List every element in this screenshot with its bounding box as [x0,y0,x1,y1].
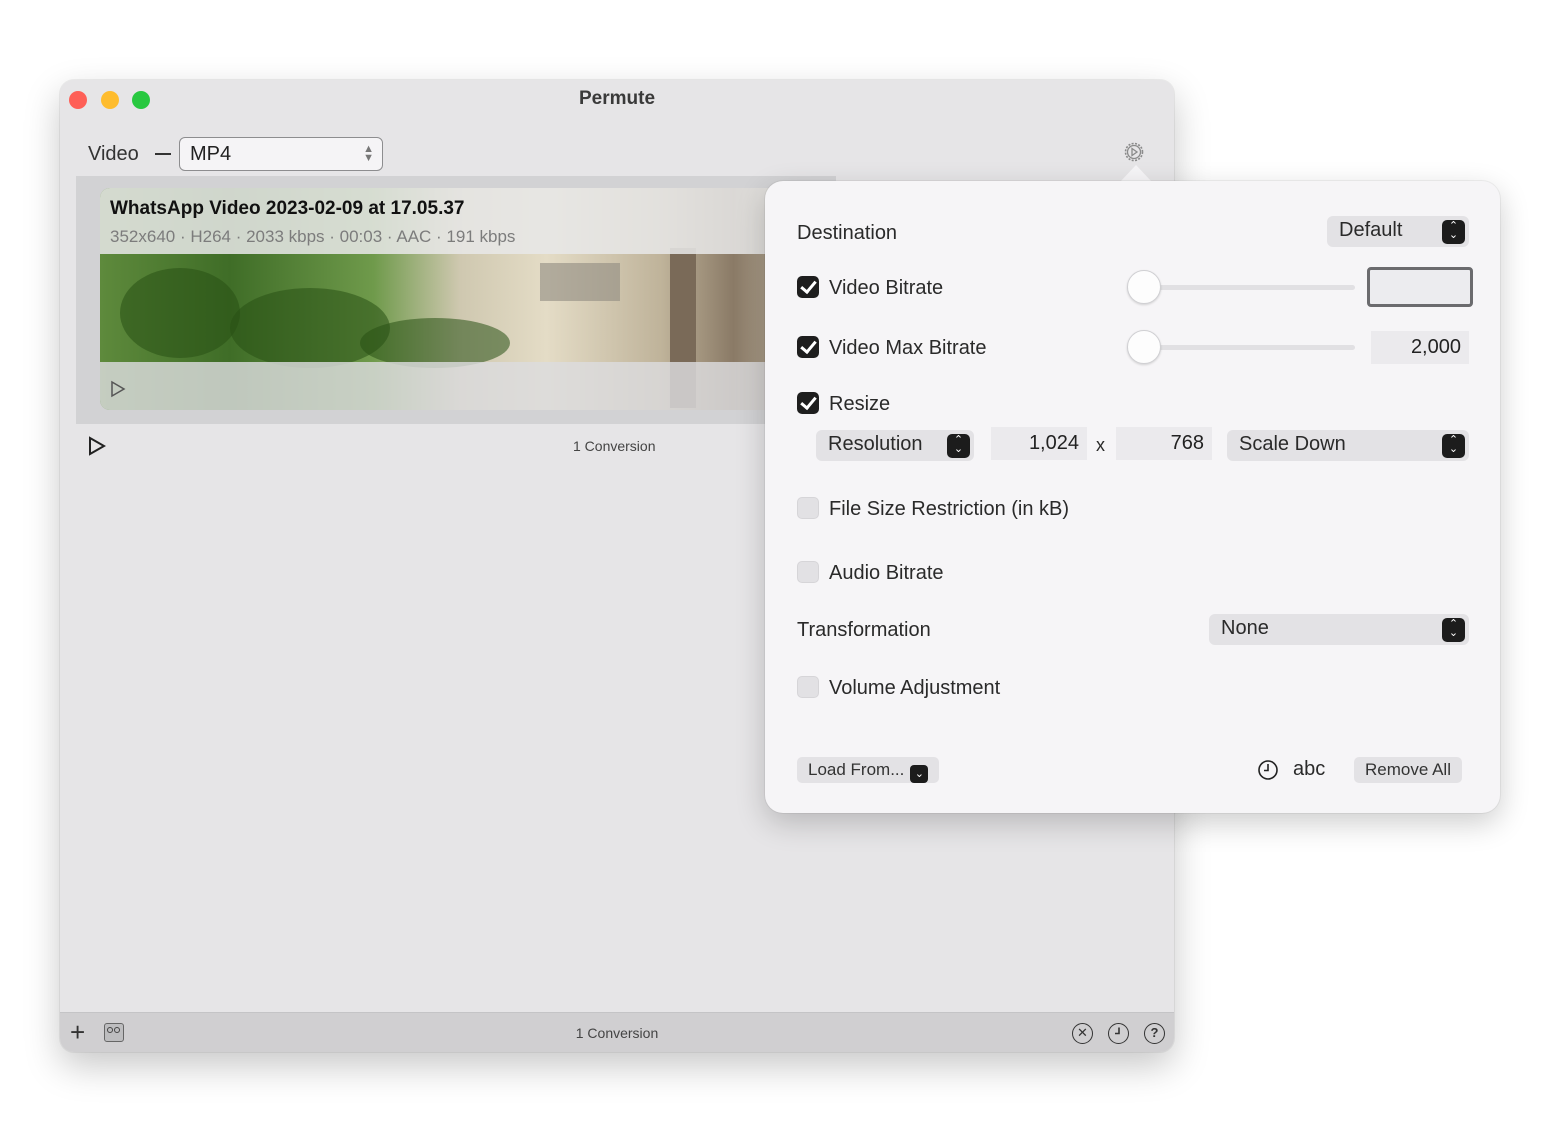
video-bitrate-slider-knob[interactable] [1127,270,1161,304]
audio-bitrate-label: Audio Bitrate [829,562,944,584]
video-info-overlay: WhatsApp Video 2023-02-09 at 17.05.37 35… [100,188,820,254]
destination-value: Default [1339,219,1403,241]
video-max-bitrate-field[interactable]: 2,000 [1371,331,1469,364]
bottom-bar: + 1 Conversion ✕ ? [60,1012,1174,1052]
video-controls-overlay [100,362,820,410]
updown-chevron-icon: ⌃ ⌄ [1442,618,1465,642]
resize-label: Resize [829,393,891,415]
bottom-conversion-count: 1 Conversion [575,1025,659,1041]
transformation-value: None [1221,617,1269,639]
transformation-select[interactable]: None ⌃ ⌄ [1209,614,1469,645]
resize-mode-value: Resolution [828,433,923,455]
help-icon[interactable]: ? [1144,1023,1165,1044]
media-type-label: Video [88,143,139,165]
file-size-label: File Size Restriction (in kB) [829,498,1070,520]
scaling-value: Scale Down [1239,433,1346,455]
thumbnail-foliage [360,318,510,368]
updown-chevron-icon: ⌃ ⌄ [947,434,970,458]
updown-chevron-icon: ⌃ ⌄ [1442,220,1465,244]
toolbar: Video MP4 ▲ ▼ [60,136,1174,172]
video-bitrate-label: Video Bitrate [829,277,944,299]
chevron-down-icon: ⌄ [910,765,929,783]
video-bitrate-checkbox[interactable] [797,276,819,298]
resize-checkbox[interactable] [797,392,819,414]
thumbnail-foliage [230,288,390,368]
updown-chevron-icon: ⌃ ⌄ [1442,434,1465,458]
format-select-value: MP4 [190,143,232,165]
resize-height-field[interactable]: 768 [1116,427,1212,460]
load-from-label: Load From... [808,760,905,779]
format-select[interactable]: MP4 ▲ ▼ [179,137,383,171]
conversion-count: 1 Conversion [573,438,656,454]
cancel-icon[interactable]: ✕ [1072,1023,1093,1044]
video-bitrate-field[interactable] [1367,267,1473,307]
play-icon[interactable] [110,380,126,398]
video-max-bitrate-slider[interactable] [1127,345,1355,350]
window-title: Permute [578,88,656,109]
select-arrows-icon: ▲ ▼ [363,143,374,164]
video-item-card[interactable]: WhatsApp Video 2023-02-09 at 17.05.37 35… [100,188,820,410]
clock-icon[interactable] [1257,759,1279,781]
video-max-bitrate-slider-knob[interactable] [1127,330,1161,364]
destination-select[interactable]: Default ⌃ ⌄ [1327,216,1469,247]
clock-hands [1114,1027,1120,1035]
destination-label: Destination [797,222,898,244]
video-max-bitrate-label: Video Max Bitrate [829,337,987,359]
separator-dash [155,153,171,155]
video-max-bitrate-checkbox[interactable] [797,336,819,358]
file-size-checkbox[interactable] [797,497,819,519]
remove-all-button[interactable]: Remove All [1354,757,1462,783]
volume-checkbox[interactable] [797,676,819,698]
title-bar: Permute [60,80,1174,120]
popover-arrow [1120,165,1152,182]
abc-token[interactable]: abc [1293,758,1325,781]
thumbnail-window [540,263,620,301]
video-name: WhatsApp Video 2023-02-09 at 17.05.37 [110,198,465,219]
audio-bitrate-checkbox[interactable] [797,561,819,583]
resize-mode-select[interactable]: Resolution ⌃ ⌄ [816,430,974,461]
video-meta: 352x640 · H264 · 2033 kbps · 00:03 · AAC… [110,227,516,246]
scaling-select[interactable]: Scale Down ⌃ ⌄ [1227,430,1469,461]
gear-play-icon[interactable] [1122,140,1146,164]
resize-width-field[interactable]: 1,024 [991,427,1087,460]
thumbnail-foliage [120,268,240,358]
transformation-label: Transformation [797,619,931,641]
load-from-button[interactable]: Load From... ⌄ [797,757,940,783]
resize-separator: x [1096,435,1105,455]
start-conversion-play-icon[interactable] [88,436,106,456]
settings-popover: Destination Default ⌃ ⌄ Video Bitrate Vid… [765,181,1500,813]
volume-label: Volume Adjustment [829,677,1001,699]
video-bitrate-slider[interactable] [1127,285,1355,290]
history-icon[interactable] [1108,1023,1129,1044]
